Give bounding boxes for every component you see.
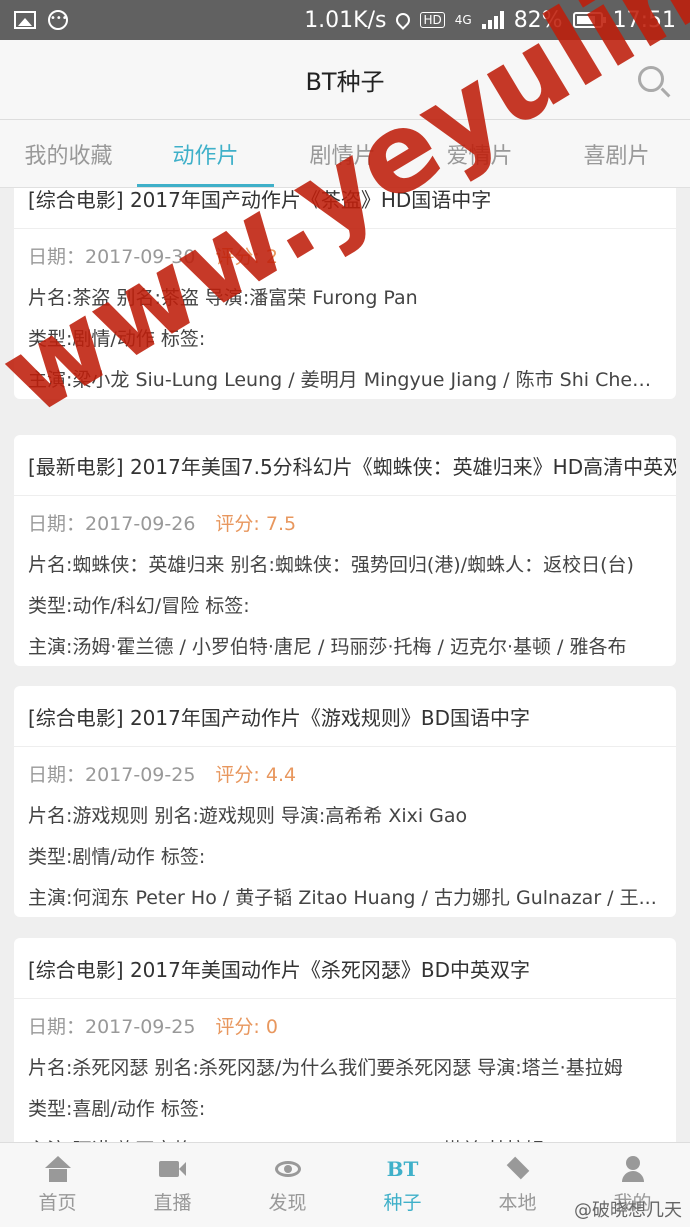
item-name-text: 片名:游戏规则 别名:遊戏规则 导演:高希希 Xixi Gao <box>28 805 468 827</box>
item-cast-line: 主演:汤姆·霍兰德 / 小罗伯特·唐尼 / 玛丽莎·托梅 / 迈克尔·基顿 / … <box>28 625 662 666</box>
item-type-line: 类型:动作/科幻/冒险 标签: <box>28 584 662 625</box>
item-type-line: 类型:剧情/动作 标签: <box>28 835 662 876</box>
item-type-text: 类型:动作/科幻/冒险 标签: <box>28 595 250 617</box>
list-item[interactable]: [综合电影] 2017年美国动作片《杀死冈瑟》BD中英双字 日期：2017-09-… <box>14 938 676 1142</box>
item-date: 日期：2017-09-25 <box>28 764 196 786</box>
home-icon <box>44 1155 72 1182</box>
nav-label: 直播 <box>153 1191 192 1214</box>
nav-item-1[interactable]: 直播 <box>115 1143 230 1227</box>
network-type: 4G <box>454 13 472 27</box>
item-name-text: 片名:杀死冈瑟 别名:杀死冈瑟/为什么我们要杀死冈瑟 导演:塔兰·基拉姆 <box>28 1057 623 1079</box>
item-type-text: 类型:剧情/动作 标签: <box>28 846 206 868</box>
list-item[interactable]: [综合电影] 2017年国产动作片《游戏规则》BD国语中字 日期：2017-09-… <box>14 686 676 917</box>
item-name-line: 片名:蜘蛛侠：英雄归来 别名:蜘蛛侠：强势回归(港)/蜘蛛人：返校日(台) <box>28 543 662 584</box>
more-notification-icon: ••• <box>48 10 68 30</box>
item-name-line: 片名:杀死冈瑟 别名:杀死冈瑟/为什么我们要杀死冈瑟 导演:塔兰·基拉姆 <box>28 1046 662 1087</box>
item-type-text: 类型:喜剧/动作 标签: <box>28 1098 206 1120</box>
tab-1[interactable]: 动作片 <box>137 120 274 187</box>
item-details: 日期：2017-09-25 评分: 4.4 片名:游戏规则 别名:遊戏规则 导演:高… <box>14 747 676 917</box>
item-title: [综合电影] 2017年美国动作片《杀死冈瑟》BD中英双字 <box>14 938 676 999</box>
user-icon <box>619 1155 647 1182</box>
layers-icon <box>504 1156 532 1182</box>
item-meta: 日期：2017-09-25 评分: 0 <box>28 1005 662 1046</box>
item-date: 日期：2017-09-25 <box>28 1016 196 1038</box>
clock: 17:51 <box>612 7 676 33</box>
battery-percent: 82% <box>513 7 563 33</box>
image-notification-icon <box>14 11 36 29</box>
search-icon[interactable] <box>638 66 664 92</box>
app-header: BT种子 <box>0 40 690 120</box>
item-cast-line: 主演:何润东 Peter Ho / 黄子韬 Zitao Huang / 古力娜扎… <box>28 876 662 917</box>
item-score: 评分: 0 <box>215 1016 278 1038</box>
tab-4[interactable]: 喜剧片 <box>548 120 685 187</box>
nav-item-0[interactable]: 首页 <box>0 1143 115 1227</box>
nav-label: 种子 <box>383 1191 422 1214</box>
item-details: 日期：2017-09-25 评分: 0 片名:杀死冈瑟 别名:杀死冈瑟/为什么我们要… <box>14 999 676 1142</box>
item-meta: 日期：2017-09-26 评分: 7.5 <box>28 502 662 543</box>
item-cast-line: 主演:梁小龙 Siu-Lung Leung / 姜明月 Mingyue Jian… <box>28 358 662 399</box>
nav-label: 发现 <box>268 1191 307 1214</box>
item-title: [综合电影] 2017年国产动作片《茶盗》HD国语中字 <box>14 188 676 229</box>
nav-label: 本地 <box>498 1191 537 1214</box>
item-score: 评分: 4.4 <box>215 764 297 786</box>
nav-item-3[interactable]: BT 种子 <box>345 1143 460 1227</box>
list-item[interactable]: [综合电影] 2017年国产动作片《茶盗》HD国语中字 日期：2017-09-30… <box>14 188 676 399</box>
bt-icon: BT <box>386 1156 419 1181</box>
item-score: 评分: 2 <box>215 246 278 268</box>
battery-icon <box>572 12 606 28</box>
item-cast-line: 主演:阿诺·施瓦辛格 Arnold Schwarzenegger / 塔兰·基拉… <box>28 1128 662 1142</box>
nav-item-2[interactable]: 发现 <box>230 1143 345 1227</box>
video-icon <box>159 1156 187 1182</box>
eye-icon <box>274 1156 302 1182</box>
item-name-line: 片名:游戏规则 别名:遊戏规则 导演:高希希 Xixi Gao <box>28 794 662 835</box>
item-name-line: 片名:茶盗 别名:茶盗 导演:潘富荣 Furong Pan <box>28 276 662 317</box>
item-date: 日期：2017-09-30 <box>28 246 196 268</box>
item-meta: 日期：2017-09-30 评分: 2 <box>28 235 662 276</box>
page-title: BT种子 <box>305 68 385 96</box>
tab-3[interactable]: 爱情片 <box>411 120 548 187</box>
item-meta: 日期：2017-09-25 评分: 4.4 <box>28 753 662 794</box>
item-name-text: 片名:蜘蛛侠：英雄归来 别名:蜘蛛侠：强势回归(港)/蜘蛛人：返校日(台) <box>28 554 634 576</box>
item-type-line: 类型:喜剧/动作 标签: <box>28 1087 662 1128</box>
item-name-text: 片名:茶盗 别名:茶盗 导演:潘富荣 Furong Pan <box>28 287 418 309</box>
item-title: [最新电影] 2017年美国7.5分科幻片《蜘蛛侠：英雄归来》HD高清中英双字 <box>14 435 676 496</box>
item-cast-text: 主演:汤姆·霍兰德 / 小罗伯特·唐尼 / 玛丽莎·托梅 / 迈克尔·基顿 / … <box>28 636 627 658</box>
item-cast-text: 主演:阿诺·施瓦辛格 Arnold Schwarzenegger / 塔兰·基拉… <box>28 1135 662 1142</box>
status-bar: ••• 1.01K/s HD 4G 82% 17:51 <box>0 0 690 40</box>
torrent-list[interactable]: [综合电影] 2017年国产动作片《茶盗》HD国语中字 日期：2017-09-30… <box>0 188 690 1142</box>
item-cast-text: 主演:何润东 Peter Ho / 黄子韬 Zitao Huang / 古力娜扎… <box>28 887 657 909</box>
list-item[interactable]: [最新电影] 2017年美国7.5分科幻片《蜘蛛侠：英雄归来》HD高清中英双字日… <box>14 435 676 666</box>
nav-label: 首页 <box>38 1191 77 1214</box>
item-details: 日期：2017-09-30 评分: 2 片名:茶盗 别名:茶盗 导演:潘富荣 Fur… <box>14 229 676 399</box>
hd-icon: HD <box>420 12 445 28</box>
tab-2[interactable]: 剧情片 <box>274 120 411 187</box>
credit-text: @破晓想几天 <box>574 1200 682 1221</box>
location-icon <box>393 10 414 30</box>
item-date: 日期：2017-09-26 <box>28 513 196 535</box>
item-type-text: 类型:剧情/动作 标签: <box>28 328 206 350</box>
nav-item-4[interactable]: 本地 <box>460 1143 575 1227</box>
item-cast-text: 主演:梁小龙 Siu-Lung Leung / 姜明月 Mingyue Jian… <box>28 369 662 391</box>
item-type-line: 类型:剧情/动作 标签: <box>28 317 662 358</box>
category-tabs: 我的收藏 动作片 剧情片 爱情片 喜剧片 <box>0 120 690 188</box>
network-speed: 1.01K/s <box>304 7 387 33</box>
item-score: 评分: 7.5 <box>215 513 297 535</box>
item-title: [综合电影] 2017年国产动作片《游戏规则》BD国语中字 <box>14 686 676 747</box>
item-details: 日期：2017-09-26 评分: 7.5 片名:蜘蛛侠：英雄归来 别名:蜘蛛侠：强… <box>14 496 676 666</box>
tab-0[interactable]: 我的收藏 <box>0 120 137 187</box>
signal-icon <box>481 11 504 29</box>
